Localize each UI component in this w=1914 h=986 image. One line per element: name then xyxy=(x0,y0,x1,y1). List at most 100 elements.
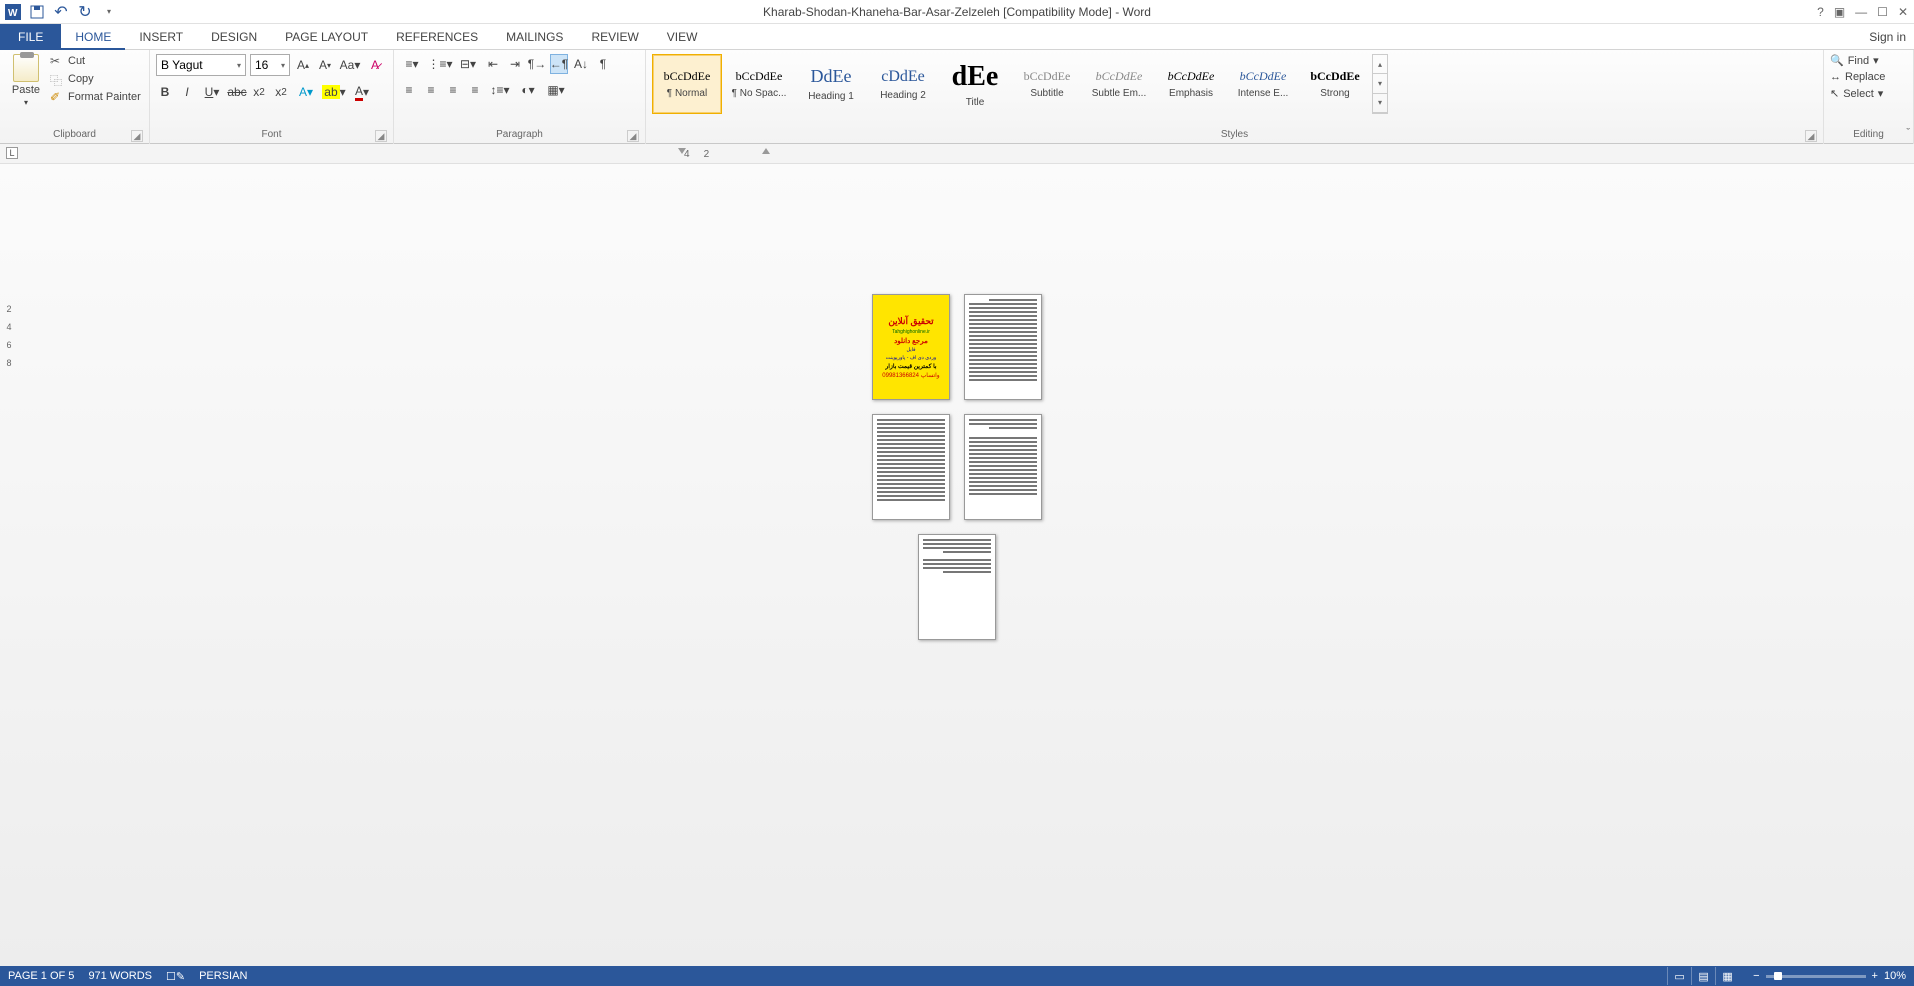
style-heading2[interactable]: cDdEeHeading 2 xyxy=(868,54,938,114)
clipboard-dialog-launcher[interactable]: ◢ xyxy=(131,130,143,142)
proofing-icon[interactable]: ☐✎ xyxy=(166,970,185,983)
scroll-up-icon[interactable]: ▴ xyxy=(1373,55,1387,74)
tab-mailings[interactable]: MAILINGS xyxy=(492,24,577,50)
text-effects-button[interactable]: A▾ xyxy=(294,82,318,102)
multilevel-button[interactable]: ⊟▾ xyxy=(456,54,480,74)
zoom-in-button[interactable]: + xyxy=(1872,970,1878,982)
paste-button[interactable]: Paste ▾ xyxy=(6,54,46,129)
style-subtitle[interactable]: bCcDdEeSubtitle xyxy=(1012,54,1082,114)
font-dialog-launcher[interactable]: ◢ xyxy=(375,130,387,142)
style-strong[interactable]: bCcDdEeStrong xyxy=(1300,54,1370,114)
underline-button[interactable]: U▾ xyxy=(200,82,224,102)
justify-button[interactable]: ≡ xyxy=(466,80,484,100)
document-area[interactable]: 2 4 6 8 تحقیق آنلاین Tahghighonline.ir م… xyxy=(0,164,1914,966)
rtl-direction-button[interactable]: ←¶ xyxy=(550,54,568,74)
save-icon[interactable] xyxy=(28,3,46,21)
strikethrough-button[interactable]: abc xyxy=(228,82,246,102)
align-right-button[interactable]: ≡ xyxy=(444,80,462,100)
vertical-ruler[interactable]: 2 4 6 8 xyxy=(2,304,16,384)
show-hide-button[interactable]: ¶ xyxy=(594,54,612,74)
scroll-down-icon[interactable]: ▾ xyxy=(1373,74,1387,93)
zoom-slider[interactable] xyxy=(1766,975,1866,978)
styles-dialog-launcher[interactable]: ◢ xyxy=(1805,130,1817,142)
numbering-button[interactable]: ⋮≡▾ xyxy=(428,54,452,74)
font-name-combo[interactable]: B Yagut▾ xyxy=(156,54,246,76)
bold-button[interactable]: B xyxy=(156,82,174,102)
change-case-button[interactable]: Aa▾ xyxy=(338,55,362,75)
bullets-button[interactable]: ≡▾ xyxy=(400,54,424,74)
font-color-button[interactable]: A▾ xyxy=(350,82,374,102)
page-4[interactable] xyxy=(964,414,1042,520)
print-layout-button[interactable]: ▤ xyxy=(1691,967,1715,985)
style-no-spacing[interactable]: bCcDdEe¶ No Spac... xyxy=(724,54,794,114)
format-painter-button[interactable]: Format Painter xyxy=(50,90,141,104)
increase-indent-button[interactable]: ⇥ xyxy=(506,54,524,74)
cut-button[interactable]: Cut xyxy=(50,54,141,68)
language-status[interactable]: PERSIAN xyxy=(199,970,247,982)
page-2[interactable] xyxy=(964,294,1042,400)
subscript-button[interactable]: x2 xyxy=(250,82,268,102)
zoom-level[interactable]: 10% xyxy=(1884,970,1906,982)
superscript-button[interactable]: x2 xyxy=(272,82,290,102)
ltr-direction-button[interactable]: ¶→ xyxy=(528,54,546,74)
style-normal[interactable]: bCcDdEe¶ Normal xyxy=(652,54,722,114)
clear-formatting-button[interactable]: A̷ xyxy=(366,55,384,75)
borders-button[interactable]: ▦▾ xyxy=(544,80,568,100)
redo-icon[interactable]: ↻ xyxy=(76,3,94,21)
collapse-ribbon-icon[interactable]: ˇ xyxy=(1906,127,1910,139)
page-count[interactable]: PAGE 1 OF 5 xyxy=(8,970,74,982)
tab-design[interactable]: DESIGN xyxy=(197,24,271,50)
ribbon-display-icon[interactable]: ▣ xyxy=(1834,5,1845,19)
tab-file[interactable]: FILE xyxy=(0,24,61,50)
restore-icon[interactable]: ☐ xyxy=(1877,5,1888,19)
tab-insert[interactable]: INSERT xyxy=(125,24,197,50)
font-size-combo[interactable]: 16▾ xyxy=(250,54,290,76)
find-button[interactable]: Find ▾ xyxy=(1830,54,1907,67)
undo-icon[interactable]: ↶ xyxy=(52,3,70,21)
highlight-button[interactable]: ab▾ xyxy=(322,82,346,102)
tab-page-layout[interactable]: PAGE LAYOUT xyxy=(271,24,382,50)
tab-references[interactable]: REFERENCES xyxy=(382,24,492,50)
styles-more-icon[interactable]: ▾ xyxy=(1373,94,1387,113)
sort-button[interactable]: A↓ xyxy=(572,54,590,74)
zoom-out-button[interactable]: − xyxy=(1753,970,1759,982)
shading-button[interactable]: ◐▾ xyxy=(516,80,540,100)
qat-dropdown-icon[interactable]: ▾ xyxy=(100,3,118,21)
group-font: B Yagut▾ 16▾ A▴ A▾ Aa▾ A̷ B I U▾ abc x2 … xyxy=(150,50,394,144)
shrink-font-button[interactable]: A▾ xyxy=(316,55,334,75)
style-subtle-emphasis[interactable]: bCcDdEeSubtle Em... xyxy=(1084,54,1154,114)
page-1-cover[interactable]: تحقیق آنلاین Tahghighonline.ir مرجع دانل… xyxy=(872,294,950,400)
sign-in-link[interactable]: Sign in xyxy=(1869,30,1906,44)
replace-button[interactable]: Replace xyxy=(1830,71,1907,83)
close-icon[interactable]: ✕ xyxy=(1898,5,1908,19)
tab-view[interactable]: VIEW xyxy=(653,24,712,50)
minimize-icon[interactable]: — xyxy=(1855,5,1867,19)
style-emphasis[interactable]: bCcDdEeEmphasis xyxy=(1156,54,1226,114)
read-mode-button[interactable]: ▭ xyxy=(1667,967,1691,985)
align-left-button[interactable]: ≡ xyxy=(400,80,418,100)
web-layout-button[interactable]: ▦ xyxy=(1715,967,1739,985)
italic-button[interactable]: I xyxy=(178,82,196,102)
paragraph-dialog-launcher[interactable]: ◢ xyxy=(627,130,639,142)
select-button[interactable]: Select ▾ xyxy=(1830,87,1907,100)
tab-review[interactable]: REVIEW xyxy=(577,24,652,50)
align-center-button[interactable]: ≡ xyxy=(422,80,440,100)
page-5[interactable] xyxy=(918,534,996,640)
style-intense-emphasis[interactable]: bCcDdEeIntense E... xyxy=(1228,54,1298,114)
tab-home[interactable]: HOME xyxy=(61,24,125,50)
styles-scroll[interactable]: ▴▾▾ xyxy=(1372,54,1388,114)
copy-button[interactable]: Copy xyxy=(50,72,141,86)
title-bar: W ↶ ↻ ▾ Kharab-Shodan-Khaneha-Bar-Asar-Z… xyxy=(0,0,1914,24)
format-painter-label: Format Painter xyxy=(68,91,141,103)
cover-line: فایل xyxy=(906,347,915,353)
grow-font-button[interactable]: A▴ xyxy=(294,55,312,75)
style-title[interactable]: dEeTitle xyxy=(940,54,1010,114)
horizontal-ruler[interactable]: 4 2 xyxy=(684,146,764,162)
left-tab-marker[interactable]: L xyxy=(6,147,18,159)
decrease-indent-button[interactable]: ⇤ xyxy=(484,54,502,74)
help-icon[interactable]: ? xyxy=(1817,5,1824,19)
page-3[interactable] xyxy=(872,414,950,520)
style-heading1[interactable]: DdEeHeading 1 xyxy=(796,54,866,114)
line-spacing-button[interactable]: ↕≡▾ xyxy=(488,80,512,100)
word-count[interactable]: 971 WORDS xyxy=(88,970,152,982)
